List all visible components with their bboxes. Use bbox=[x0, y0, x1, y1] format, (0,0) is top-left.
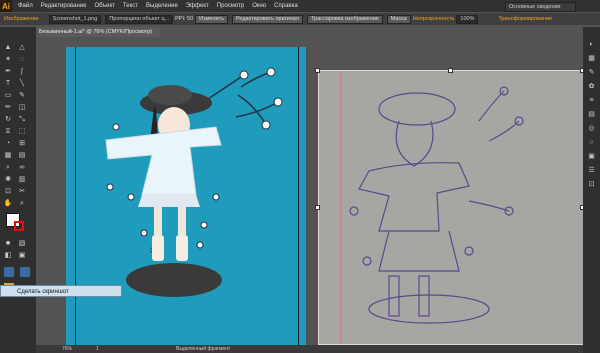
screen-mode-icon[interactable]: ▣ bbox=[17, 251, 27, 260]
transform-handle-tm[interactable] bbox=[448, 68, 453, 73]
menu-file[interactable]: Файл bbox=[18, 3, 33, 9]
artboard-tool-icon[interactable]: ⊡ bbox=[3, 187, 13, 196]
edit-original-button[interactable]: Редактировать оригинал bbox=[231, 14, 304, 24]
screenshot-app-icon[interactable] bbox=[4, 267, 14, 277]
eyedropper-icon[interactable]: ⌕ bbox=[3, 163, 13, 172]
menu-help[interactable]: Справка bbox=[274, 3, 298, 9]
shape-builder-icon[interactable]: ◔ bbox=[3, 139, 13, 148]
current-tool-status[interactable]: Выделенный фрагмент bbox=[176, 346, 230, 352]
artboards-panel-icon[interactable]: ⊡ bbox=[587, 181, 596, 189]
blend-tool-icon[interactable]: ∞ bbox=[17, 163, 27, 172]
transparency-panel-icon[interactable]: ◎ bbox=[587, 125, 596, 133]
pencil-tool-icon[interactable]: ✏ bbox=[3, 103, 13, 112]
brushes-panel-icon[interactable]: ✎ bbox=[587, 69, 596, 77]
document-tab[interactable]: Безымянный-1.ai* @ 76% (CMYK/Просмотр) bbox=[36, 27, 160, 37]
slice-tool-icon[interactable]: ✂ bbox=[17, 187, 27, 196]
menu-edit[interactable]: Редактирование bbox=[41, 3, 87, 9]
opacity-label[interactable]: Непрозрачность bbox=[413, 16, 455, 22]
app-logo: Ai bbox=[0, 0, 12, 12]
artboard-guide-left bbox=[75, 47, 76, 345]
artboard[interactable] bbox=[66, 47, 306, 345]
zoom-level[interactable]: 76% bbox=[62, 346, 72, 352]
right-panel-dock: ◐ ▦ ✎ ✿ ≡ ▤ ◎ ○ ▣ ☰ ⊡ bbox=[583, 27, 600, 353]
color-mode-field[interactable]: Пропорцион объект ц... bbox=[105, 14, 174, 24]
control-bar: Изображение Screenshot_1.png Пропорцион … bbox=[0, 13, 600, 25]
artboard-guide-right bbox=[298, 47, 299, 345]
image-label: Изображение bbox=[4, 16, 39, 22]
width-tool-icon[interactable]: ⧖ bbox=[3, 127, 13, 136]
file-link[interactable]: Screenshot_1.png bbox=[48, 14, 102, 24]
rectangle-tool-icon[interactable]: ▭ bbox=[3, 91, 13, 100]
menu-bar: Ai Файл Редактирование Объект Текст Выде… bbox=[0, 0, 600, 12]
layers-panel-icon[interactable]: ☰ bbox=[587, 167, 596, 175]
draw-normal-icon[interactable]: ◧ bbox=[3, 251, 13, 260]
status-bar: 76% 1 Выделенный фрагмент bbox=[36, 345, 583, 353]
placed-sketch-image[interactable] bbox=[318, 70, 584, 345]
app-shortcut-icon[interactable] bbox=[20, 267, 30, 277]
symbols-panel-icon[interactable]: ✿ bbox=[587, 83, 596, 91]
tools-panel: ▲ △ ✶ ◌ ✒ ∫ T ╲ ▭ ✎ ✏ ◫ ↻ ⤡ ⧖ ⬚ ◔ ⊞ ▦ ▤ … bbox=[0, 27, 36, 353]
transform-handle-tl[interactable] bbox=[315, 68, 320, 73]
hand-tool-icon[interactable]: ✋ bbox=[3, 199, 13, 208]
type-tool-icon[interactable]: T bbox=[3, 79, 13, 88]
workspace-switcher[interactable]: Основные сведения bbox=[505, 2, 576, 12]
sketch-drawing bbox=[340, 71, 524, 344]
menu-object[interactable]: Объект bbox=[94, 3, 114, 9]
magic-wand-icon[interactable]: ✶ bbox=[3, 55, 13, 64]
rotate-tool-icon[interactable]: ↻ bbox=[3, 115, 13, 124]
transform-handle-ml[interactable] bbox=[315, 205, 320, 210]
opacity-field[interactable]: 100% bbox=[456, 14, 479, 24]
direct-selection-tool-icon[interactable]: △ bbox=[17, 43, 27, 52]
eraser-tool-icon[interactable]: ◫ bbox=[17, 103, 27, 112]
menu-view[interactable]: Просмотр bbox=[217, 3, 244, 9]
ppi-label: PPI: 50 bbox=[175, 16, 194, 22]
pen-tool-icon[interactable]: ✒ bbox=[3, 67, 13, 76]
edit-button[interactable]: Изменить bbox=[195, 14, 228, 24]
swatches-panel-icon[interactable]: ▦ bbox=[587, 55, 596, 63]
curvature-icon[interactable]: ∫ bbox=[17, 67, 27, 76]
selection-tool-icon[interactable]: ▲ bbox=[3, 43, 13, 52]
color-mode-icon[interactable]: ■ bbox=[3, 239, 13, 248]
perspective-grid-icon[interactable]: ⊞ bbox=[17, 139, 27, 148]
stroke-swatch[interactable] bbox=[14, 221, 24, 231]
zoom-tool-icon[interactable]: ⌕ bbox=[17, 199, 27, 208]
graphic-styles-icon[interactable]: ▣ bbox=[587, 153, 596, 161]
appearance-panel-icon[interactable]: ○ bbox=[587, 139, 596, 147]
brush-tool-icon[interactable]: ✎ bbox=[17, 91, 27, 100]
menu-text[interactable]: Текст bbox=[123, 3, 138, 9]
gradient-mode-icon[interactable]: ▧ bbox=[17, 239, 27, 248]
menu-window[interactable]: Окно bbox=[252, 3, 266, 9]
free-transform-icon[interactable]: ⬚ bbox=[17, 127, 27, 136]
transform-link[interactable]: Трансформирование bbox=[498, 16, 552, 22]
stroke-panel-icon[interactable]: ≡ bbox=[587, 97, 596, 105]
graph-tool-icon[interactable]: ▥ bbox=[17, 175, 27, 184]
gradient-panel-icon[interactable]: ▤ bbox=[587, 111, 596, 119]
menu-select[interactable]: Выделение bbox=[146, 3, 178, 9]
scale-tool-icon[interactable]: ⤡ bbox=[17, 115, 27, 124]
mask-button[interactable]: Маска bbox=[386, 14, 411, 24]
lasso-icon[interactable]: ◌ bbox=[17, 55, 27, 64]
menu-effect[interactable]: Эффект bbox=[186, 3, 209, 9]
symbol-sprayer-icon[interactable]: ✺ bbox=[3, 175, 13, 184]
page-number[interactable]: 1 bbox=[96, 346, 99, 352]
character-illustration bbox=[105, 67, 283, 297]
mesh-tool-icon[interactable]: ▦ bbox=[3, 151, 13, 160]
image-trace-button[interactable]: Трассировка изображения bbox=[307, 14, 383, 24]
line-tool-icon[interactable]: ╲ bbox=[17, 79, 27, 88]
screenshot-tooltip: Сделать скриншот bbox=[0, 285, 122, 297]
gradient-tool-icon[interactable]: ▤ bbox=[17, 151, 27, 160]
color-panel-icon[interactable]: ◐ bbox=[587, 41, 596, 49]
